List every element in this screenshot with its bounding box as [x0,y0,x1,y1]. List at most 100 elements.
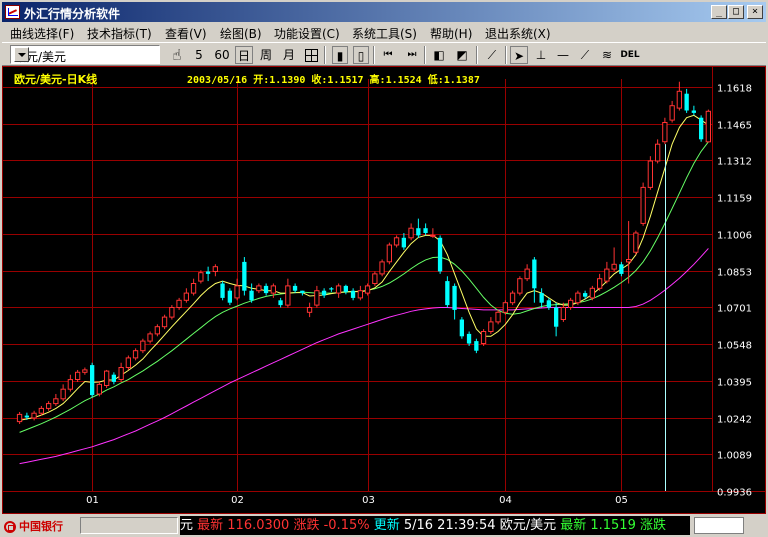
candle-up [357,290,364,299]
menu-help[interactable]: 帮助(H) [430,25,472,42]
toolbar-separator [424,46,426,64]
candle-up [524,268,530,280]
candle-up [517,278,523,294]
y-tick-label: 1.0089 [717,451,752,462]
y-tick-label: 1.1312 [717,157,752,168]
ticker-segment: 5/16 21:39:54 [403,518,500,533]
candle-outline-icon[interactable]: ▯ [353,46,369,64]
minimize-button[interactable]: _ [711,5,727,19]
title-bar[interactable]: 外汇行情分析软件 _ □ × [2,2,766,22]
candle-up [386,244,393,263]
y-tick-label: 1.0242 [717,415,752,426]
chart-border [2,66,766,514]
draw-trend-icon[interactable]: ⟋ [576,46,594,64]
y-tick-label: 1.0853 [717,268,752,279]
chart-instrument-label: 欧元/美元-日K线 [14,72,97,86]
ticker-segment: 最新 [197,518,228,533]
candle-up [183,292,189,301]
candle-up [604,268,610,282]
menu-bar: 曲线选择(F) 技术指标(T) 查看(V) 绘图(B) 功能设置(C) 系统工具… [2,22,766,42]
candle-bar-icon[interactable]: ▮ [332,46,348,64]
candle-down [329,288,334,290]
close-button[interactable]: × [747,5,763,19]
candle-down [300,290,305,294]
candle-up [67,379,73,390]
candle-up [212,266,218,272]
pointer-icon[interactable]: ➤ [510,46,528,64]
delete-drawing-button[interactable]: DEL [619,46,641,64]
candle-down [292,285,298,291]
menu-tools[interactable]: 系统工具(S) [352,25,417,42]
menu-exit[interactable]: 退出系统(X) [485,25,551,42]
candlestick-chart[interactable]: 1.1618 1.1465 1.1312 1.1159 1.1006 1.0853 1.07… [2,66,766,514]
candle-down [474,341,479,351]
chevron-down-icon[interactable] [14,47,29,62]
period-month-button[interactable]: 月 [280,46,298,64]
menu-view[interactable]: 查看(V) [165,25,207,42]
ticker-segment: 最新 [560,518,591,533]
period-5min-button[interactable]: 5 [192,46,206,64]
line-chart-icon[interactable]: ⟋ [482,46,502,64]
toolbar: 欧元/美元 ☝ 5 60 日 周 月 ▮ ▯ ⏮ ⏭ ◧ ◩ ⟋ ➤ ⊥ — ⟋… [2,42,766,66]
candle-up [96,383,102,395]
app-window: 外汇行情分析软件 _ □ × 曲线选择(F) 技术指标(T) 查看(V) 绘图(… [0,0,768,537]
candle-down [554,307,559,327]
candle-up [154,326,160,335]
window-stack-icon[interactable]: ◧ [430,46,448,64]
candle-up [560,307,567,320]
candle-up [147,333,153,342]
bank-name: 中国银行 [19,520,63,533]
rewind-icon[interactable]: ⏮ [379,46,397,64]
bank-logo: 中国银行 [4,518,63,534]
y-tick-label: 1.1618 [717,84,752,95]
maximize-button[interactable]: □ [728,5,744,19]
x-tick-label: 02 [231,495,244,506]
candle-up [140,340,146,352]
menu-curve-select[interactable]: 曲线选择(F) [10,25,74,42]
y-tick-label: 1.0701 [717,304,752,315]
candle-down [619,264,624,274]
x-tick-label: 04 [499,495,512,506]
window-split-icon[interactable]: ◩ [453,46,471,64]
candle-down [278,300,283,306]
menu-settings[interactable]: 功能设置(C) [274,25,340,42]
bank-logo-icon [4,521,16,533]
candle-down [249,290,254,301]
candle-up [676,90,683,109]
candle-up [161,316,168,328]
candle-up [176,299,182,309]
menu-indicators[interactable]: 技术指标(T) [87,25,152,42]
candle-up [379,261,385,275]
hand-icon[interactable]: ☝ [168,46,186,64]
candle-down [583,293,588,297]
draw-channel-icon[interactable]: ≋ [598,46,616,64]
ticker-segment: 1.1519 [590,518,640,533]
candle-up [38,407,45,414]
status-bar: 中国银行 元 最新 116.0300 涨跌 -0.15% 更新 5/16 21:… [0,514,768,537]
candle-up [234,285,240,299]
candle-up [190,283,197,294]
grid-icon[interactable] [302,46,320,64]
candle-up [364,285,371,294]
draw-vline-icon[interactable]: ⊥ [532,46,550,64]
candle-up [611,263,617,270]
toolbar-separator [373,46,375,64]
chart-panel[interactable]: 1.1618 1.1465 1.1312 1.1159 1.1006 1.0853 1.07… [2,66,766,514]
fast-forward-icon[interactable]: ⏭ [403,46,421,64]
instrument-select[interactable]: 欧元/美元 [10,45,160,64]
candle-up [53,398,59,405]
candle-down [24,415,29,418]
candle-up [509,292,516,304]
candle-down [691,110,696,113]
candle-down [90,365,95,396]
candle-up [372,273,378,284]
period-day-button[interactable]: 日 [235,46,253,64]
draw-hline-icon[interactable]: — [554,46,572,64]
candle-down [220,283,225,298]
menu-draw[interactable]: 绘图(B) [220,25,262,42]
ticker-segment: 116.0300 [227,518,294,533]
toolbar-separator [476,46,478,64]
period-60min-button[interactable]: 60 [212,46,232,64]
ticker-segment: -0.15% [323,518,374,533]
period-week-button[interactable]: 周 [257,46,275,64]
